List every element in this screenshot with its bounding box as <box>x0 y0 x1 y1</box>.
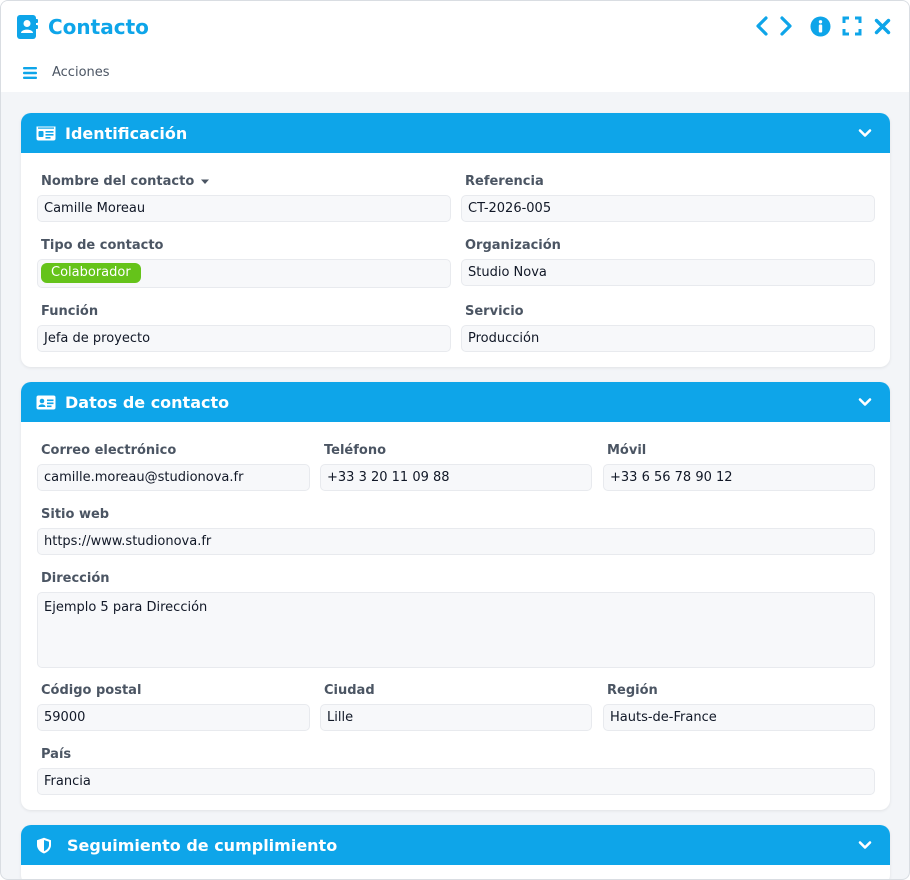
region-field[interactable]: Hauts-de-France <box>603 704 875 731</box>
service-field[interactable]: Producción <box>461 325 875 352</box>
service-label: Servicio <box>465 304 524 319</box>
window-header: Contacto Acciones <box>1 1 909 92</box>
title-row: Contacto <box>16 13 149 41</box>
function-label: Función <box>41 304 99 319</box>
id-card-icon <box>36 125 56 141</box>
contact-type-label: Tipo de contacto <box>41 238 164 253</box>
reference-label: Referencia <box>465 174 544 189</box>
city-label: Ciudad <box>324 683 375 698</box>
chevron-down-icon[interactable] <box>858 126 872 140</box>
contact-type-field[interactable]: Colaborador <box>37 259 451 288</box>
country-label: País <box>41 747 72 762</box>
close-icon <box>874 18 890 34</box>
organization-label: Organización <box>465 238 561 253</box>
mobile-field[interactable]: +33 6 56 78 90 12 <box>603 464 875 491</box>
chevron-right-icon <box>780 16 792 36</box>
city-field[interactable]: Lille <box>320 704 592 731</box>
postal-code-field[interactable]: 59000 <box>37 704 310 731</box>
actions-label[interactable]: Acciones <box>52 65 110 80</box>
info-button[interactable] <box>809 15 831 37</box>
address-card-icon <box>36 394 56 410</box>
contact-book-icon <box>16 14 38 40</box>
phone-label: Teléfono <box>324 443 387 458</box>
contact-type-badge: Colaborador <box>41 263 141 283</box>
chevron-down-icon[interactable] <box>858 838 872 852</box>
close-button[interactable] <box>871 15 893 37</box>
expand-icon <box>842 16 862 36</box>
function-field[interactable]: Jefa de proyecto <box>37 325 451 352</box>
organization-field[interactable]: Studio Nova <box>461 259 875 286</box>
fullscreen-button[interactable] <box>841 15 863 37</box>
chevron-left-icon <box>756 16 768 36</box>
chevron-down-icon[interactable] <box>858 395 872 409</box>
previous-record-button[interactable] <box>751 15 773 37</box>
contact-name-label: Nombre del contacto <box>41 174 210 189</box>
postal-code-label: Código postal <box>41 683 142 698</box>
contact-data-panel-title: Datos de contacto <box>65 392 230 412</box>
identification-panel-header[interactable]: Identificación <box>21 113 890 153</box>
region-label: Región <box>607 683 658 698</box>
window-actions <box>743 15 893 37</box>
actions-menu[interactable]: Acciones <box>23 65 110 80</box>
compliance-panel: Seguimiento de cumplimiento <box>21 825 890 879</box>
mobile-label: Móvil <box>607 443 647 458</box>
contact-name-field[interactable]: Camille Moreau <box>37 195 451 222</box>
website-field[interactable]: https://www.studionova.fr <box>37 528 875 555</box>
compliance-panel-title: Seguimiento de cumplimiento <box>67 835 338 855</box>
caret-down-icon[interactable] <box>200 178 210 186</box>
next-record-button[interactable] <box>775 15 797 37</box>
reference-field[interactable]: CT-2026-005 <box>461 195 875 222</box>
phone-field[interactable]: +33 3 20 11 09 88 <box>320 464 592 491</box>
contact-data-panel-header[interactable]: Datos de contacto <box>21 382 890 422</box>
identification-panel-title: Identificación <box>65 123 188 143</box>
address-textarea[interactable]: Ejemplo 5 para Dirección <box>37 592 875 668</box>
info-icon <box>810 16 830 36</box>
hamburger-menu-icon[interactable] <box>23 66 37 79</box>
address-label: Dirección <box>41 571 110 586</box>
contact-data-panel: Datos de contacto Correo electrónico cam… <box>21 382 890 810</box>
email-field[interactable]: camille.moreau@studionova.fr <box>37 464 310 491</box>
website-label: Sitio web <box>41 507 110 522</box>
identification-panel: Identificación Nombre del contacto Camil… <box>21 113 890 367</box>
page-title: Contacto <box>48 15 149 39</box>
shield-icon <box>36 837 56 853</box>
contact-window: Contacto Acciones Identificación Nombre … <box>0 0 910 880</box>
compliance-panel-header[interactable]: Seguimiento de cumplimiento <box>21 825 890 865</box>
email-label: Correo electrónico <box>41 443 177 458</box>
country-field[interactable]: Francia <box>37 768 875 795</box>
